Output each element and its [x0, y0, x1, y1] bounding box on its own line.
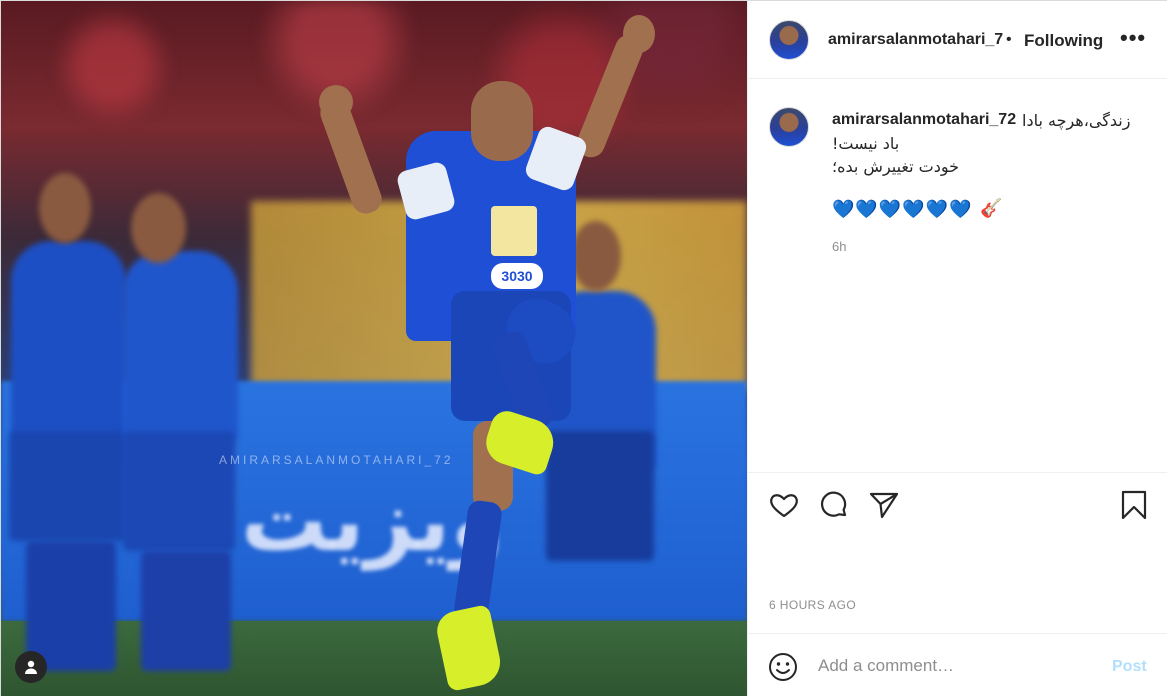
caption-username[interactable]: amirarsalanmotahari_72: [832, 111, 1016, 129]
caption-hearts: 💙💙💙💙💙💙: [832, 199, 973, 219]
paper-plane-icon[interactable]: [868, 489, 900, 521]
user-icon: [25, 660, 37, 674]
following-button[interactable]: Following: [1024, 31, 1103, 51]
caption-guitar-emoji: 🎸: [980, 198, 1003, 218]
jersey-number: 3030: [491, 263, 543, 289]
photo-player-second-head: [131, 193, 186, 263]
photo-player-second: [123, 251, 238, 441]
photo-player-left-head: [39, 173, 91, 243]
tagged-users-button[interactable]: [15, 651, 47, 683]
photo-player-left-legs: [26, 541, 116, 671]
caption-line-1: زندگی،هرچه بادا: [1022, 111, 1131, 130]
photo-player-left: [11, 241, 126, 441]
caption-avatar[interactable]: [769, 107, 809, 147]
photo-watermark: AMIRARSALANMOTAHARI_72: [219, 453, 454, 467]
caption-line-3: خودت تغییرش بده؛: [832, 157, 960, 176]
post-header: amirarsalanmotahari_7 • Following •••: [748, 1, 1167, 79]
comment-icon[interactable]: [818, 489, 850, 521]
jersey-sponsor: [491, 206, 537, 256]
caption-line-2: باد نیست!: [832, 134, 900, 153]
more-options-icon[interactable]: •••: [1120, 25, 1146, 51]
caption-age: 6h: [832, 239, 847, 254]
post-photo[interactable]: ویزیت 3030 AMIRARSALANMOTAHARI_72: [1, 1, 747, 696]
post-timestamp[interactable]: 6 HOURS AGO: [769, 598, 856, 612]
post-actions: [748, 472, 1167, 532]
hero-fist-right: [623, 15, 655, 53]
hero-head: [471, 81, 533, 161]
heart-icon[interactable]: [768, 489, 800, 521]
post-sidebar: amirarsalanmotahari_7 • Following ••• am…: [747, 1, 1167, 696]
photo-player-right-head: [571, 221, 621, 291]
photo-player-second-shorts: [123, 431, 235, 551]
photo-player-left-shorts: [9, 431, 127, 541]
hero-fist-left: [319, 85, 353, 119]
comment-form: Post: [748, 633, 1167, 696]
comment-input[interactable]: [818, 656, 1098, 676]
emoji-icon[interactable]: [768, 652, 798, 687]
post-comment-button[interactable]: Post: [1112, 658, 1147, 676]
bookmark-icon[interactable]: [1118, 489, 1150, 521]
photo-player-second-legs: [141, 551, 231, 671]
photo-player-right-shorts: [546, 431, 654, 561]
header-separator: •: [1006, 31, 1012, 48]
avatar[interactable]: [769, 20, 809, 60]
header-username[interactable]: amirarsalanmotahari_7: [828, 31, 1006, 49]
post-modal: ویزیت 3030 AMIRARSALANMOTAHARI_72 amirar…: [0, 0, 1167, 696]
